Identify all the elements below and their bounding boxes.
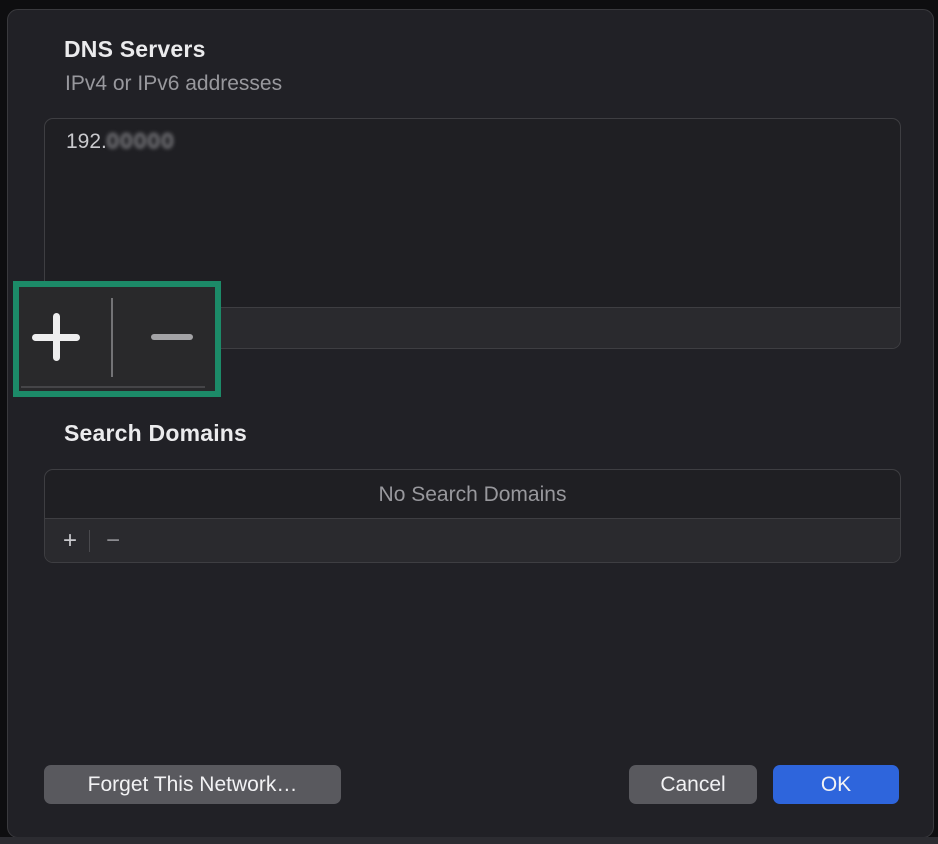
minus-icon: − [106, 527, 120, 554]
search-domains-toolbar: + − [45, 518, 900, 562]
toolbar-divider [89, 530, 90, 552]
dns-server-value-redacted: 00000 [107, 130, 175, 153]
remove-dns-server-button[interactable] [151, 334, 193, 340]
toolbar-divider [111, 298, 113, 377]
search-domains-empty-label: No Search Domains [45, 470, 900, 519]
cancel-button[interactable]: Cancel [629, 765, 757, 804]
dns-server-entry[interactable]: 192.00000 [66, 130, 175, 154]
divider [21, 386, 205, 388]
highlight-callout-dns-add-remove [13, 281, 221, 397]
remove-search-domain-button[interactable]: − [98, 529, 128, 553]
window-edge-strip [0, 837, 938, 844]
search-domains-heading: Search Domains [64, 420, 247, 447]
forget-this-network-button[interactable]: Forget This Network… [44, 765, 341, 804]
plus-icon: + [63, 527, 77, 554]
dns-servers-subtitle: IPv4 or IPv6 addresses [65, 72, 282, 96]
add-dns-server-button[interactable] [32, 313, 80, 361]
ok-button[interactable]: OK [773, 765, 899, 804]
network-details-dialog: DNS Servers IPv4 or IPv6 addresses 192.0… [7, 9, 934, 838]
dns-servers-heading: DNS Servers [64, 36, 206, 63]
add-search-domain-button[interactable]: + [55, 529, 85, 553]
dns-server-value: 192. [66, 130, 107, 153]
search-domains-list[interactable]: No Search Domains + − [44, 469, 901, 563]
